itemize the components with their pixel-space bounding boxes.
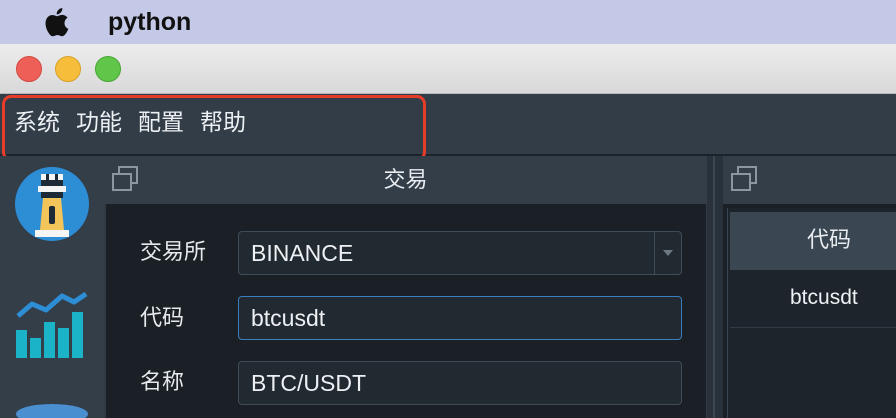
name-input[interactable]: BTC/USDT	[238, 361, 682, 405]
window-close-button[interactable]	[16, 56, 42, 82]
window-minimize-button[interactable]	[55, 56, 81, 82]
dock-float-icon[interactable]	[729, 164, 759, 194]
symbol-label: 代码	[140, 306, 185, 331]
menu-highlight-annotation	[2, 95, 426, 161]
symbol-input-value: btcusdt	[251, 305, 326, 331]
dropdown-arrow-area[interactable]	[654, 232, 681, 274]
exchange-select-value: BINANCE	[251, 240, 354, 266]
exchange-label: 交易所	[140, 240, 207, 265]
chevron-down-icon	[663, 250, 673, 256]
table-row[interactable]: btcusdt	[730, 270, 896, 328]
name-input-value: BTC/USDT	[251, 370, 366, 396]
window-title-bar[interactable]	[0, 44, 896, 94]
database-icon[interactable]	[14, 402, 90, 418]
trade-dock-title: 交易	[383, 168, 428, 193]
bar-line-chart-icon[interactable]	[14, 290, 90, 360]
window-maximize-button[interactable]	[95, 56, 121, 82]
apple-logo-icon[interactable]	[40, 6, 70, 38]
splitter-handle-line	[713, 156, 715, 418]
dock-splitter[interactable]	[707, 156, 723, 418]
app-name-menu[interactable]: python	[108, 6, 191, 38]
trade-tower-icon[interactable]	[14, 166, 90, 242]
table-column-header-symbol[interactable]: 代码	[730, 212, 896, 270]
os-menu-bar: python	[0, 0, 896, 44]
exchange-select[interactable]: BINANCE	[238, 231, 682, 275]
symbol-input[interactable]: btcusdt	[238, 296, 682, 340]
name-label: 名称	[140, 370, 185, 395]
